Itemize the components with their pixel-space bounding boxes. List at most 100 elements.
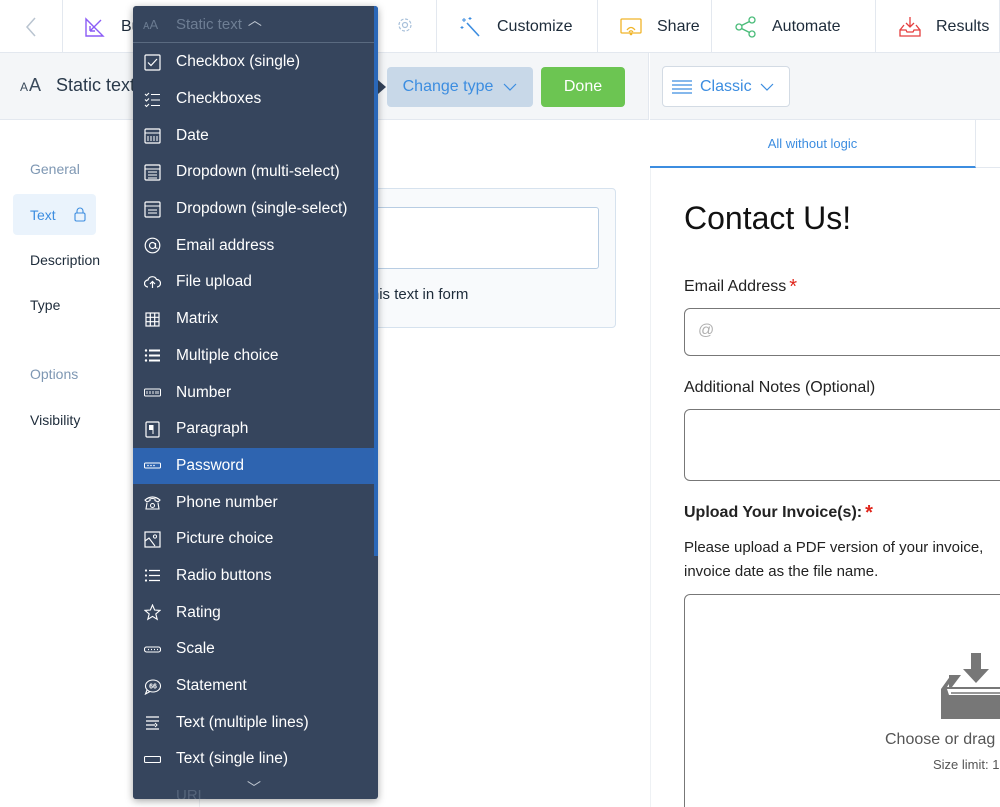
change-type-dropdown[interactable]: ᴀA Static text ︿ Checkbox (single) Checkb… bbox=[133, 6, 378, 799]
dropdown-option-email-address[interactable]: Email address bbox=[133, 227, 374, 264]
dropdown-option-radio-buttons[interactable]: Radio buttons bbox=[133, 558, 374, 595]
dropdown-option-scale[interactable]: Scale bbox=[133, 631, 374, 668]
dropdown-option-label: Statement bbox=[176, 677, 247, 695]
form-preview: All without logic Contact Us! Email Addr… bbox=[650, 120, 1000, 807]
dropdown-option-number[interactable]: Number bbox=[133, 374, 374, 411]
change-type-label: Change type bbox=[402, 78, 494, 95]
dropdown-current-label: Static text bbox=[176, 15, 242, 33]
dropdown-option-label: Checkboxes bbox=[176, 90, 262, 108]
picture-icon bbox=[144, 531, 161, 548]
phone-icon bbox=[144, 494, 161, 511]
dropdown-single-icon bbox=[144, 200, 161, 218]
inbox-download-icon bbox=[898, 15, 922, 39]
dropdown-multi-icon bbox=[144, 164, 161, 181]
dropdown-option-phone-number[interactable]: Phone number bbox=[133, 484, 374, 521]
preview-tabs: All without logic bbox=[650, 120, 1000, 168]
section-options: Options bbox=[30, 366, 79, 382]
field-type-label: Static text bbox=[56, 75, 136, 95]
dropdown-option-statement[interactable]: 66 Statement bbox=[133, 668, 374, 705]
nav-share-label: Share bbox=[657, 17, 700, 35]
dropdown-option-label: Text (single line) bbox=[176, 750, 288, 768]
nav-results[interactable]: Results bbox=[876, 0, 1000, 53]
chevron-down-icon[interactable]: ﹀ bbox=[247, 778, 261, 798]
done-button[interactable]: Done bbox=[541, 67, 625, 107]
sidebar-item-visibility[interactable]: Visibility bbox=[30, 412, 80, 428]
field-type-indicator: AA Static text bbox=[20, 75, 135, 96]
form-title: Contact Us! bbox=[684, 200, 852, 236]
star-icon bbox=[144, 604, 161, 621]
notes-field[interactable] bbox=[684, 409, 1000, 481]
dropdown-option-matrix[interactable]: Matrix bbox=[133, 301, 374, 338]
dropdown-option-label: Date bbox=[176, 126, 209, 144]
dropdown-option-dropdown-multi-select[interactable]: Dropdown (multi-select) bbox=[133, 154, 374, 191]
dropdown-option-multiple-choice[interactable]: Multiple choice bbox=[133, 338, 374, 375]
nav-customize[interactable]: Customize bbox=[437, 0, 598, 53]
nav-share[interactable]: Share bbox=[598, 0, 712, 53]
email-field[interactable]: @ bbox=[684, 308, 1000, 356]
nav-automate[interactable]: Automate bbox=[712, 0, 876, 53]
dropdown-option-label: Rating bbox=[176, 603, 221, 621]
download-tray-icon bbox=[941, 653, 1000, 719]
dropdown-option-label: Text (multiple lines) bbox=[176, 713, 309, 731]
lock-icon bbox=[74, 207, 86, 222]
dropdown-option-password[interactable]: Password bbox=[133, 447, 374, 485]
dropdown-option-label: Checkbox (single) bbox=[176, 53, 301, 71]
upload-size-limit: Size limit: 1 bbox=[933, 757, 1000, 772]
dropdown-option-label: Phone number bbox=[176, 493, 278, 511]
upload-label-text: Upload Your Invoice(s): bbox=[684, 504, 863, 521]
dropdown-option-label: Number bbox=[176, 383, 232, 401]
notes-label: Additional Notes (Optional) bbox=[684, 379, 876, 396]
file-upload-dropzone[interactable]: Choose or drag a Size limit: 1 bbox=[684, 594, 1000, 807]
chevron-down-icon bbox=[503, 83, 517, 91]
change-type-button[interactable]: Change type bbox=[387, 67, 533, 107]
password-icon bbox=[144, 457, 161, 474]
dropdown-option-dropdown-single-select[interactable]: Dropdown (single-select) bbox=[133, 191, 374, 228]
grid-icon bbox=[144, 311, 161, 328]
layout-lines-icon bbox=[672, 79, 692, 94]
gear-icon[interactable] bbox=[396, 16, 414, 39]
dropdown-scrollbar[interactable] bbox=[374, 6, 378, 556]
sidebar-item-text[interactable]: Text bbox=[13, 194, 96, 235]
dropdown-option-rating[interactable]: Rating bbox=[133, 594, 374, 631]
dropdown-option-text-single-line[interactable]: Text (single line) bbox=[133, 741, 374, 778]
chevron-up-icon[interactable]: ︿ bbox=[248, 10, 262, 30]
dropdown-option-label: Paragraph bbox=[176, 420, 249, 438]
dropdown-option-label: Matrix bbox=[176, 310, 219, 328]
email-label-text: Email Address bbox=[684, 278, 787, 295]
static-text-icon: AA bbox=[20, 75, 43, 95]
sidebar-item-type[interactable]: Type bbox=[30, 297, 60, 313]
dropdown-option-label: Scale bbox=[176, 640, 215, 658]
form-area: Contact Us! Email Address * @ Additional … bbox=[650, 168, 1000, 807]
dropdown-option-label: Multiple choice bbox=[176, 346, 279, 364]
upload-desc-line: Please upload a PDF version of your invo… bbox=[684, 539, 984, 556]
sidebar-item-description[interactable]: Description bbox=[30, 252, 100, 268]
layout-select[interactable]: Classic bbox=[662, 66, 790, 107]
dropdown-option-date[interactable]: Date bbox=[133, 117, 374, 154]
dropdown-current[interactable]: ᴀA Static text ︿ bbox=[133, 6, 374, 43]
dropdown-option-paragraph[interactable]: Paragraph bbox=[133, 411, 374, 448]
dropdown-option-file-upload[interactable]: File upload bbox=[133, 264, 374, 301]
dropdown-option-label: Radio buttons bbox=[176, 566, 272, 584]
dropdown-pointer bbox=[378, 80, 386, 94]
dropdown-option-label: File upload bbox=[176, 273, 252, 291]
share-nodes-icon bbox=[734, 15, 758, 39]
dropdown-option-label: Dropdown (single-select) bbox=[176, 200, 348, 218]
calendar-icon bbox=[144, 127, 161, 144]
nav-customize-label: Customize bbox=[497, 17, 573, 35]
back-button[interactable] bbox=[0, 0, 63, 53]
dropdown-option-checkbox-single[interactable]: Checkbox (single) bbox=[133, 44, 374, 81]
at-sign-icon bbox=[144, 237, 161, 254]
scale-icon bbox=[144, 641, 161, 658]
section-general: General bbox=[30, 161, 80, 177]
dropdown-option-text-multiple-lines[interactable]: Text (multiple lines) bbox=[133, 704, 374, 741]
dropdown-option-label: Password bbox=[176, 456, 245, 474]
paragraph-icon bbox=[144, 421, 161, 438]
dropdown-option-label: Email address bbox=[176, 236, 275, 254]
dropdown-option-picture-choice[interactable]: Picture choice bbox=[133, 521, 374, 558]
sidebar-item-label: Text bbox=[30, 206, 56, 223]
tab-all-without-logic[interactable]: All without logic bbox=[650, 120, 976, 168]
text-multiline-icon bbox=[144, 714, 161, 731]
dropdown-option-checkboxes[interactable]: Checkboxes bbox=[133, 81, 374, 118]
upload-desc-line: invoice date as the file name. bbox=[684, 563, 879, 580]
dropdown-option-label: Dropdown (multi-select) bbox=[176, 163, 340, 181]
